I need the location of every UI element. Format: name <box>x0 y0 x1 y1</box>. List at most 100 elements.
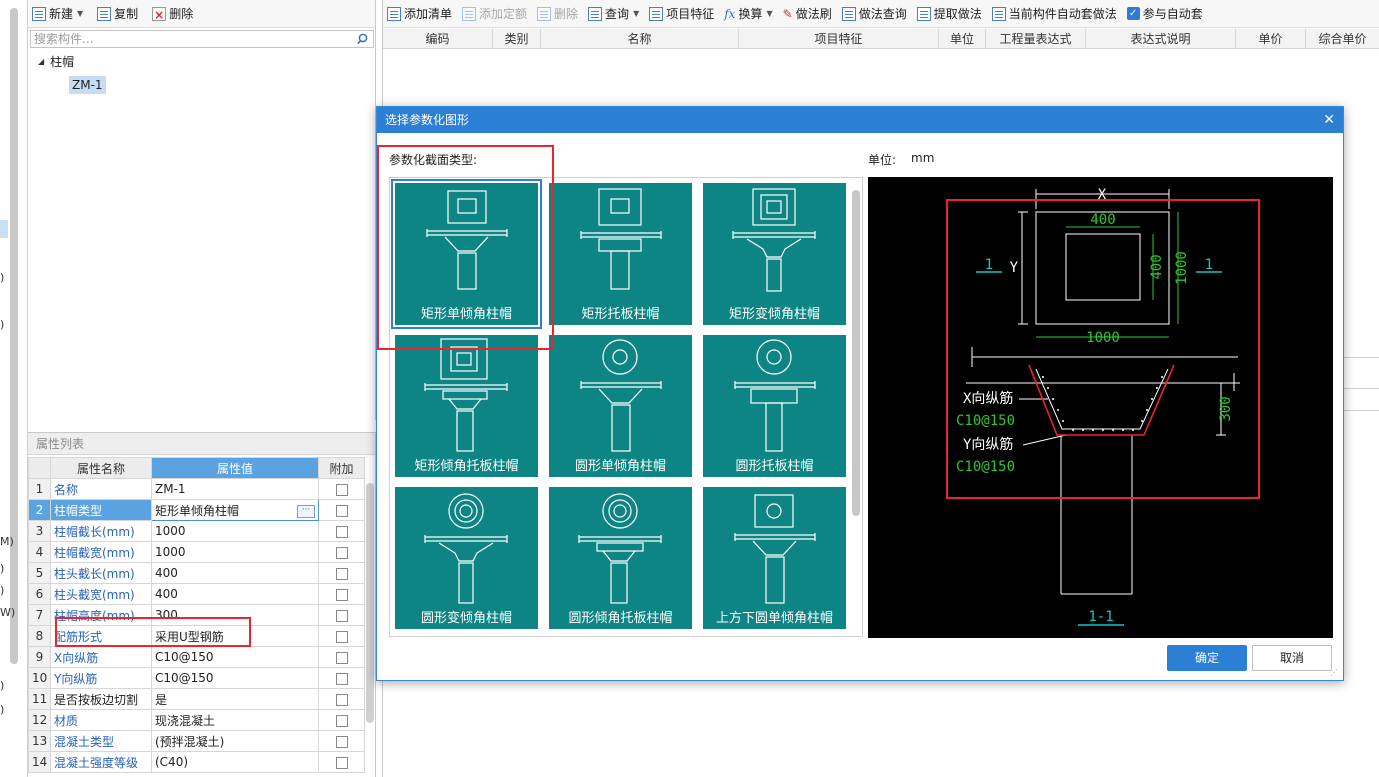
extra-checkbox[interactable] <box>335 609 348 622</box>
table-row[interactable]: 4 柱帽截宽(mm) 1000 <box>28 541 365 563</box>
row-value[interactable]: (C40) <box>151 751 319 773</box>
row-value[interactable]: 1000 <box>151 520 319 542</box>
join-auto-toggle[interactable]: ✓ 参与自动套 <box>1126 5 1203 22</box>
delete-method-button[interactable]: 删除 <box>537 5 578 22</box>
extra-checkbox[interactable] <box>335 504 348 517</box>
row-name: 名称 <box>50 478 152 500</box>
list-column-header[interactable]: 编码 <box>383 29 493 48</box>
query-button[interactable]: 查询 ▼ <box>588 5 639 22</box>
row-value[interactable]: 是 <box>151 688 319 710</box>
tile-rect-plate[interactable]: 矩形托板柱帽 <box>549 183 692 325</box>
extra-checkbox[interactable] <box>335 735 348 748</box>
list-header: 编码 类别 名称 项目特征 单位 工程量表达式 表达式说明 单价 综合单价 <box>383 29 1379 49</box>
add-quota-label: 添加定额 <box>479 7 528 21</box>
add-list-button[interactable]: 添加清单 <box>387 5 452 22</box>
extract-method-button[interactable]: 提取做法 <box>916 5 982 22</box>
shape-grid-scrollbar[interactable] <box>852 190 860 516</box>
list-column-header[interactable]: 工程量表达式 <box>986 29 1086 48</box>
row-value[interactable]: 400 <box>151 562 319 584</box>
extra-checkbox[interactable] <box>335 714 348 727</box>
row-value[interactable]: 400 <box>151 583 319 605</box>
extra-checkbox[interactable] <box>335 546 348 559</box>
table-row[interactable]: 2 柱帽类型 矩形单倾角柱帽 ··· <box>28 499 365 521</box>
tile-round-slope-plate[interactable]: 圆形倾角托板柱帽 <box>549 487 692 629</box>
convert-button[interactable]: fx 换算 ▼ <box>724 5 772 22</box>
row-name: 柱帽截宽(mm) <box>50 541 152 563</box>
chevron-down-icon[interactable]: ▼ <box>77 9 83 18</box>
tile-rect-variable-slope[interactable]: 矩形变倾角柱帽 <box>703 183 846 325</box>
item-feature-button[interactable]: 项目特征 <box>649 5 714 22</box>
component-toolbar: 新建 ▼ 复制 × 删除 <box>28 0 375 28</box>
cancel-button[interactable]: 取消 <box>1252 645 1332 671</box>
tile-square-top-round-bottom[interactable]: 上方下圆单倾角柱帽 <box>703 487 846 629</box>
left-fragment: ) <box>0 584 5 597</box>
close-icon[interactable]: ✕ <box>1323 111 1335 129</box>
table-row[interactable]: 5 柱头截长(mm) 400 <box>28 562 365 584</box>
query-icon <box>588 6 603 21</box>
extra-checkbox[interactable] <box>335 567 348 580</box>
add-quota-button[interactable]: 添加定额 <box>462 5 527 22</box>
divider <box>1343 357 1379 358</box>
row-value[interactable]: (预拌混凝土) <box>151 730 319 752</box>
row-value[interactable]: C10@150 <box>151 667 319 689</box>
chevron-down-icon[interactable]: ▼ <box>633 9 639 18</box>
tile-round-plate[interactable]: 圆形托板柱帽 <box>703 335 846 477</box>
list-column-header[interactable]: 综合单价 <box>1306 29 1379 48</box>
auto-apply-button[interactable]: 当前构件自动套做法 <box>991 5 1117 22</box>
row-value[interactable]: 现浇混凝土 <box>151 709 319 731</box>
search-icon[interactable] <box>357 32 369 46</box>
list-column-header[interactable]: 项目特征 <box>739 29 939 48</box>
resize-grip-icon[interactable]: ⋰ <box>1330 668 1340 678</box>
extra-checkbox[interactable] <box>335 630 348 643</box>
row-index: 1 <box>28 478 51 500</box>
tree-node-column-cap[interactable]: ◢ 柱帽 <box>38 53 74 70</box>
extra-checkbox[interactable] <box>335 588 348 601</box>
extra-checkbox[interactable] <box>335 672 348 685</box>
table-row[interactable]: 11 是否按板边切割 是 <box>28 688 365 710</box>
tree-expand-icon[interactable]: ◢ <box>38 57 44 66</box>
method-query-button[interactable]: 做法查询 <box>841 5 907 22</box>
row-value[interactable]: C10@150 <box>151 646 319 668</box>
delete-button[interactable]: × 删除 <box>152 5 193 22</box>
left-scrollbar[interactable] <box>10 8 18 664</box>
table-row[interactable]: 1 名称 ZM-1 <box>28 478 365 500</box>
extra-checkbox[interactable] <box>335 693 348 706</box>
table-row[interactable]: 12 材质 现浇混凝土 <box>28 709 365 731</box>
table-row[interactable]: 6 柱头截宽(mm) 400 <box>28 583 365 605</box>
extra-checkbox[interactable] <box>335 756 348 769</box>
copy-button[interactable]: 复制 <box>97 5 138 22</box>
list-column-header[interactable]: 类别 <box>493 29 541 48</box>
extra-checkbox[interactable] <box>335 651 348 664</box>
row-value-cap-type[interactable]: 矩形单倾角柱帽 ··· <box>151 499 319 521</box>
list-column-header[interactable]: 单位 <box>939 29 986 48</box>
table-row[interactable]: 10 Y向纵筋 C10@150 <box>28 667 365 689</box>
fx-icon: fx <box>724 6 736 21</box>
row-index: 3 <box>28 520 51 542</box>
row-name: 柱帽截长(mm) <box>50 520 152 542</box>
extra-checkbox[interactable] <box>335 483 348 496</box>
ellipsis-button[interactable]: ··· <box>297 504 315 518</box>
item-feature-icon <box>649 6 664 21</box>
tree-node-zm1[interactable]: ZM-1 <box>69 76 106 94</box>
table-row[interactable]: 9 X向纵筋 C10@150 <box>28 646 365 668</box>
tile-round-variable-slope[interactable]: 圆形变倾角柱帽 <box>395 487 538 629</box>
list-column-header[interactable]: 名称 <box>541 29 739 48</box>
ok-button[interactable]: 确定 <box>1167 645 1247 671</box>
row-value[interactable]: 1000 <box>151 541 319 563</box>
property-scrollbar[interactable] <box>366 483 374 723</box>
method-brush-button[interactable]: ✎ 做法刷 <box>783 5 832 22</box>
tile-rect-slope-plate[interactable]: 矩形倾角托板柱帽 <box>395 335 538 477</box>
row-value[interactable]: ZM-1 <box>151 478 319 500</box>
table-row[interactable]: 14 混凝土强度等级 (C40) <box>28 751 365 773</box>
delete-method-label: 删除 <box>554 7 579 21</box>
list-column-header[interactable]: 单价 <box>1236 29 1306 48</box>
tile-round-single-slope[interactable]: 圆形单倾角柱帽 <box>549 335 692 477</box>
chevron-down-icon[interactable]: ▼ <box>766 9 772 18</box>
list-column-header[interactable]: 表达式说明 <box>1086 29 1236 48</box>
table-row[interactable]: 13 混凝土类型 (预拌混凝土) <box>28 730 365 752</box>
checkbox-checked-icon[interactable]: ✓ <box>1126 7 1140 20</box>
search-input[interactable] <box>31 31 351 47</box>
new-button[interactable]: 新建 ▼ <box>32 5 83 22</box>
extra-checkbox[interactable] <box>335 525 348 538</box>
table-row[interactable]: 3 柱帽截长(mm) 1000 <box>28 520 365 542</box>
